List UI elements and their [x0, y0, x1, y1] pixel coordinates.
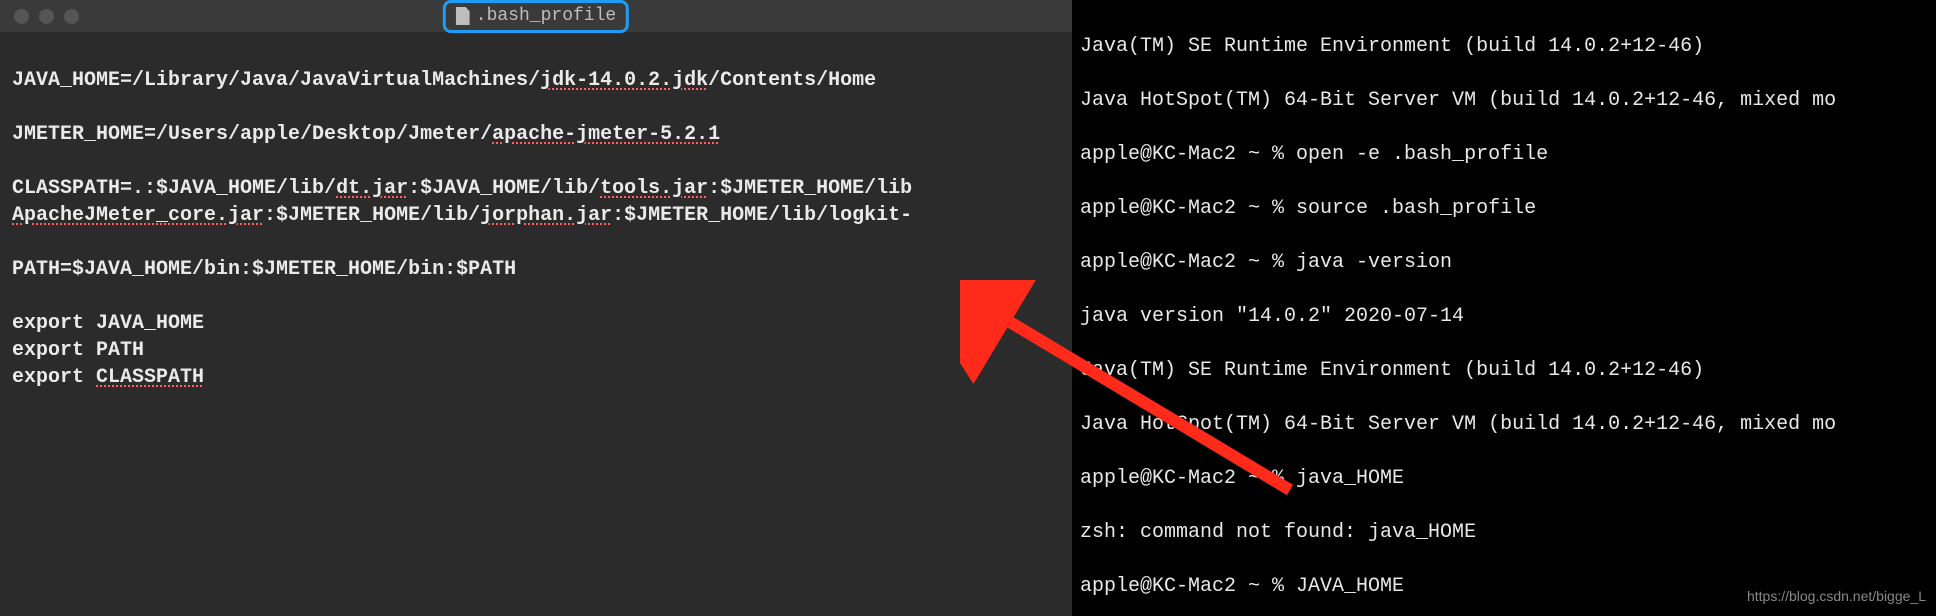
terminal-line: Java HotSpot(TM) 64-Bit Server VM (build…: [1080, 411, 1928, 438]
editor-line: export JAVA_HOME: [12, 312, 204, 335]
editor-line: CLASSPATH=.:$JAVA_HOME/lib/dt.jar:$JAVA_…: [12, 177, 912, 200]
terminal-line: apple@KC-Mac2 ~ % open -e .bash_profile: [1080, 141, 1928, 168]
terminal-line: Java HotSpot(TM) 64-Bit Server VM (build…: [1080, 87, 1928, 114]
terminal-line: apple@KC-Mac2 ~ % java_HOME: [1080, 465, 1928, 492]
traffic-lights: [0, 9, 79, 24]
zoom-icon[interactable]: [64, 9, 79, 24]
editor-content[interactable]: JAVA_HOME=/Library/Java/JavaVirtualMachi…: [0, 32, 1072, 399]
window-title-text: .bash_profile: [476, 3, 616, 30]
close-icon[interactable]: [14, 9, 29, 24]
document-icon: [456, 7, 470, 25]
editor-line: PATH=$JAVA_HOME/bin:$JMETER_HOME/bin:$PA…: [12, 258, 516, 281]
editor-line: ApacheJMeter_core.jar:$JMETER_HOME/lib/j…: [12, 204, 912, 227]
editor-line: export CLASSPATH: [12, 366, 204, 389]
editor-line: export PATH: [12, 339, 144, 362]
terminal-line: apple@KC-Mac2 ~ % source .bash_profile: [1080, 195, 1928, 222]
terminal-line: zsh: command not found: java_HOME: [1080, 519, 1928, 546]
terminal-line: apple@KC-Mac2 ~ % java -version: [1080, 249, 1928, 276]
editor-window: .bash_profile JAVA_HOME=/Library/Java/Ja…: [0, 0, 1072, 616]
window-title: .bash_profile: [443, 0, 629, 33]
window-titlebar: .bash_profile: [0, 0, 1072, 32]
terminal-line: Java(TM) SE Runtime Environment (build 1…: [1080, 33, 1928, 60]
editor-line: JMETER_HOME=/Users/apple/Desktop/Jmeter/…: [12, 123, 720, 146]
minimize-icon[interactable]: [39, 9, 54, 24]
terminal-line: java version "14.0.2" 2020-07-14: [1080, 303, 1928, 330]
editor-line: JAVA_HOME=/Library/Java/JavaVirtualMachi…: [12, 69, 876, 92]
terminal-line: Java(TM) SE Runtime Environment (build 1…: [1080, 357, 1928, 384]
watermark: https://blog.csdn.net/bigge_L: [1747, 583, 1926, 610]
terminal-window[interactable]: Java(TM) SE Runtime Environment (build 1…: [1072, 0, 1936, 616]
